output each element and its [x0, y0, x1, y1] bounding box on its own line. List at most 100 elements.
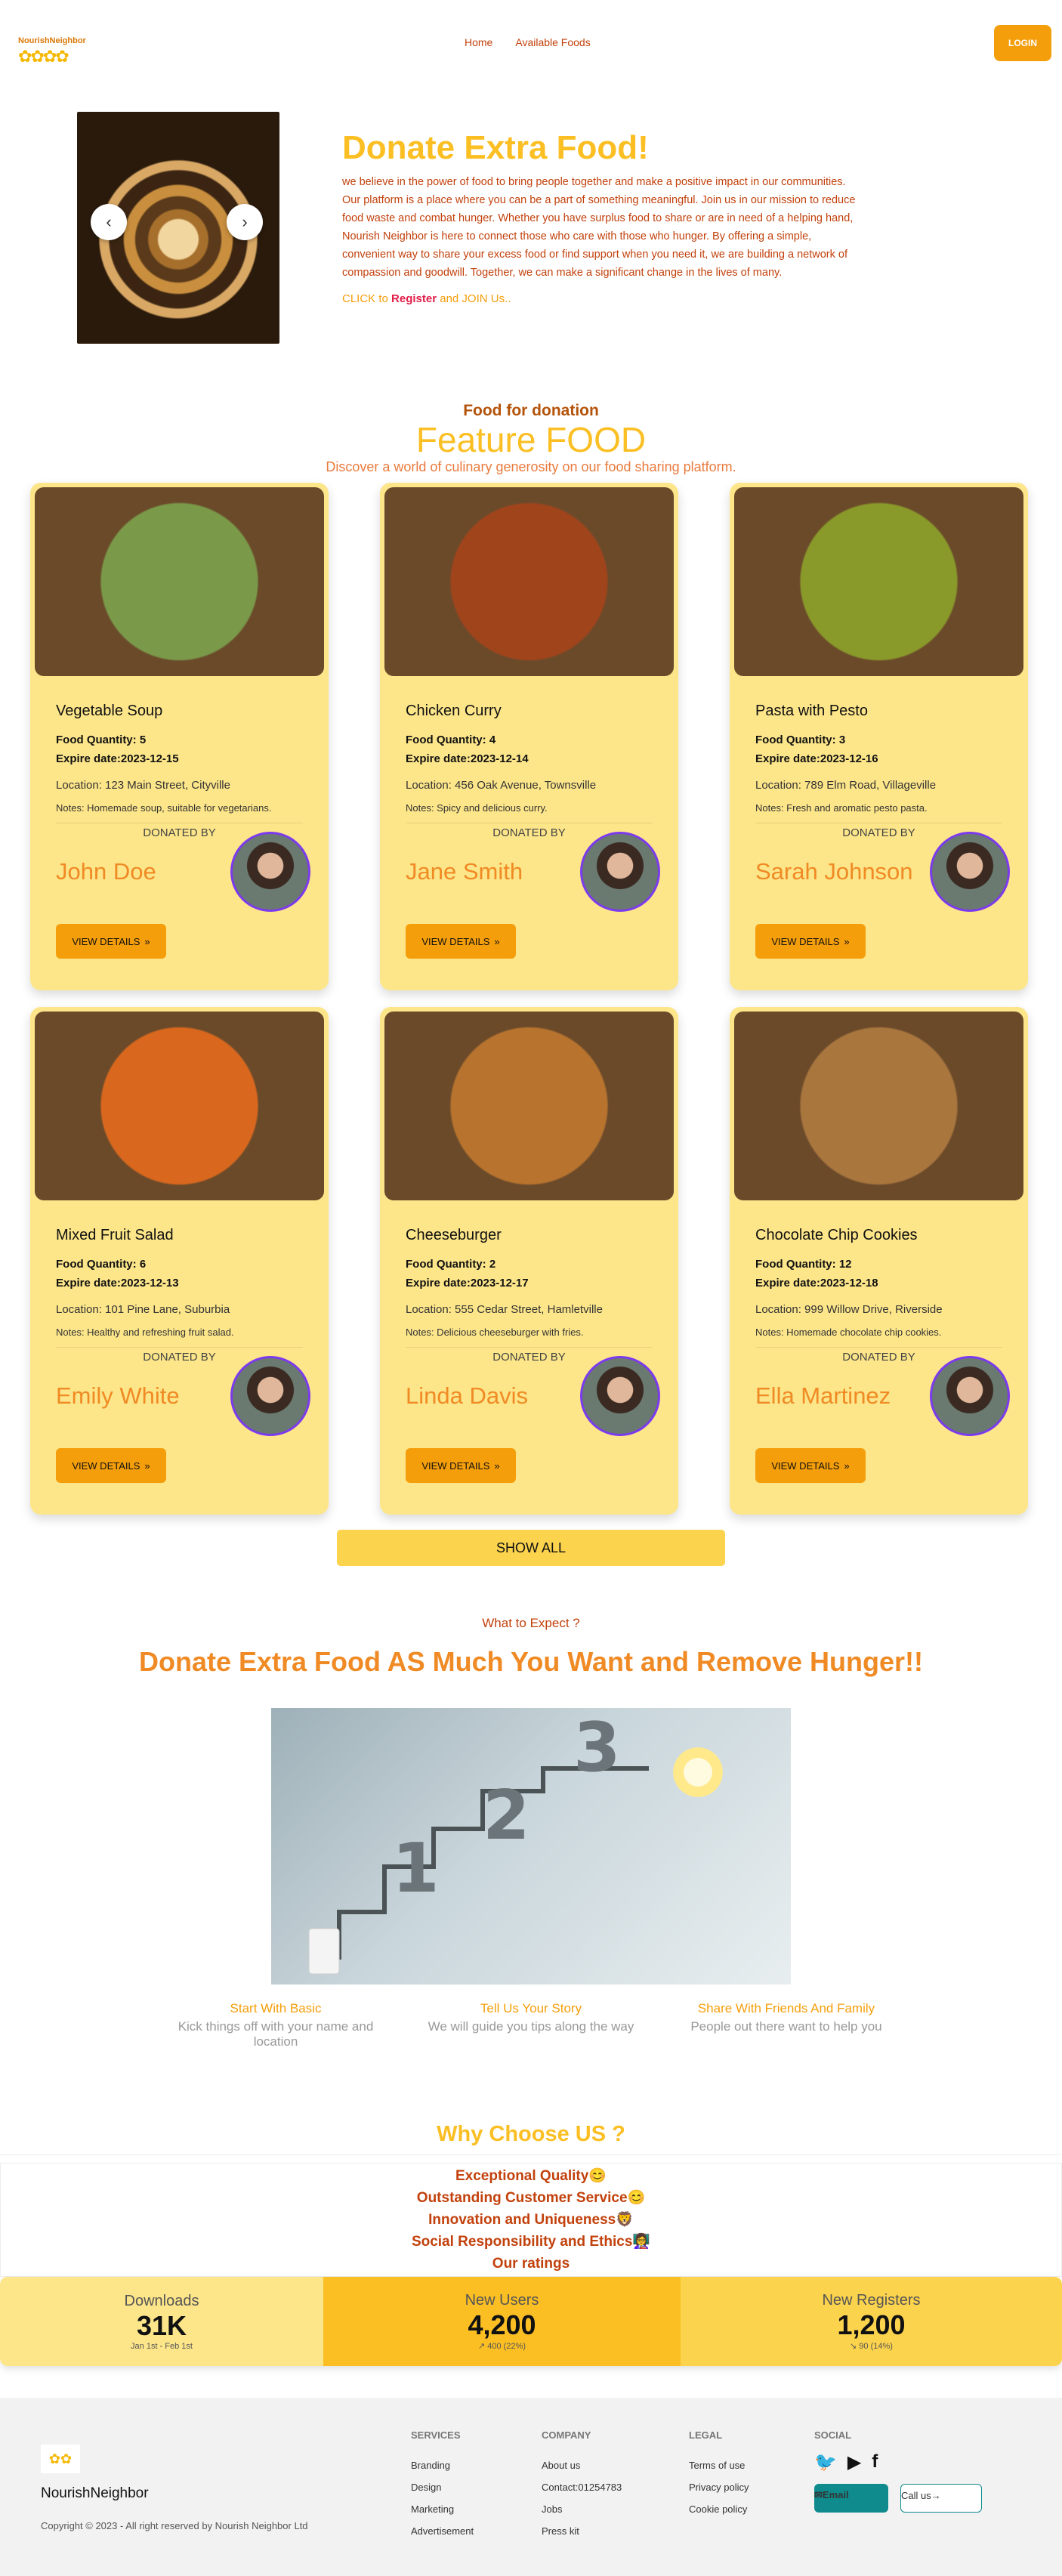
- stat-value: 1,200: [837, 2309, 906, 2340]
- footer-col-title: SERVICES: [411, 2429, 461, 2441]
- food-quantity: Food Quantity: 3: [755, 734, 846, 746]
- view-details-label: VIEW DETAILS: [771, 935, 840, 947]
- step-desc: We will guide you tips along the way: [428, 2019, 634, 2034]
- facebook-icon[interactable]: f: [872, 2451, 878, 2473]
- email-button[interactable]: ✉Email: [814, 2484, 888, 2513]
- food-expire-value: 2023-12-17: [470, 1277, 529, 1290]
- view-details-button[interactable]: VIEW DETAILS »: [406, 1448, 516, 1483]
- donor-avatar: [580, 1356, 660, 1436]
- footer-company: COMPANY About us Contact:01254783 Jobs P…: [542, 2429, 622, 2542]
- register-link[interactable]: Register: [391, 292, 437, 305]
- footer-link[interactable]: Marketing: [411, 2498, 474, 2520]
- footer-buttons: ✉Email Call us→: [814, 2484, 982, 2513]
- logo[interactable]: NourishNeighbor ✿✿✿✿: [18, 30, 101, 68]
- food-notes: Notes: Homemade soup, suitable for veget…: [56, 802, 272, 814]
- food-quantity: Food Quantity: 12: [755, 1258, 852, 1271]
- food-expire-value: 2023-12-16: [820, 752, 878, 765]
- food-card: Vegetable Soup Food Quantity: 5 Expire d…: [30, 483, 329, 990]
- food-notes: Notes: Spicy and delicious curry.: [406, 802, 548, 814]
- call-button[interactable]: Call us→: [900, 2484, 982, 2513]
- stat-desc: ↘︎ 90 (14%): [850, 2342, 893, 2351]
- stat-downloads: Downloads 31K Jan 1st - Feb 1st: [0, 2277, 323, 2366]
- donor-avatar: [930, 832, 1010, 912]
- navbar: NourishNeighbor ✿✿✿✿ Home Available Food…: [0, 0, 1062, 87]
- food-card-body: Pasta with Pesto Food Quantity: 3 Expire…: [734, 676, 1023, 839]
- footer-link[interactable]: About us: [542, 2454, 622, 2476]
- footer-link[interactable]: Press kit: [542, 2520, 622, 2542]
- footer-link[interactable]: Terms of use: [689, 2454, 749, 2476]
- footer-link[interactable]: Branding: [411, 2454, 474, 2476]
- view-details-button[interactable]: VIEW DETAILS »: [56, 924, 166, 959]
- food-name: Chocolate Chip Cookies: [755, 1227, 918, 1243]
- footer-services: SERVICES Branding Design Marketing Adver…: [411, 2429, 474, 2542]
- hero-text: Donate Extra Food! we believe in the pow…: [342, 129, 871, 305]
- why-item: Our ratings: [492, 2256, 570, 2272]
- footer-copyright: Copyright © 2023 - All right reserved by…: [41, 2520, 308, 2531]
- view-details-button[interactable]: VIEW DETAILS »: [56, 1448, 166, 1483]
- food-quantity: Food Quantity: 6: [56, 1258, 147, 1271]
- food-location: Location: 456 Oak Avenue, Townsville: [406, 779, 597, 792]
- food-location: Location: 101 Pine Lane, Suburbia: [56, 1303, 230, 1316]
- footer-link[interactable]: Design: [411, 2476, 474, 2498]
- nav-links: Home Available Foods: [465, 36, 591, 48]
- twitter-icon[interactable]: 🐦: [814, 2451, 837, 2473]
- donor-avatar: [580, 832, 660, 912]
- view-details-label: VIEW DETAILS: [421, 1459, 490, 1472]
- food-expire: Expire date:2023-12-18: [755, 1277, 878, 1290]
- food-image: [384, 1012, 674, 1200]
- step-item: Tell Us Your Story We will guide you tip…: [410, 2001, 652, 2049]
- step-3-graphic: 3: [573, 1708, 621, 1787]
- footer-link[interactable]: Cookie policy: [689, 2498, 749, 2520]
- double-chevron-right-icon: »: [494, 1459, 500, 1472]
- food-card-grid: Vegetable Soup Food Quantity: 5 Expire d…: [0, 475, 1062, 1515]
- donor-name: Jane Smith: [406, 858, 523, 885]
- step-title: Share With Friends And Family: [697, 2001, 875, 2015]
- food-quantity-value: 3: [838, 734, 846, 746]
- view-details-button[interactable]: VIEW DETAILS »: [755, 924, 866, 959]
- carousel-next-button[interactable]: ›: [227, 204, 263, 240]
- featured-header: Food for donation Feature FOOD Discover …: [0, 402, 1062, 475]
- food-location: Location: 999 Willow Drive, Riverside: [755, 1303, 943, 1316]
- cta-suffix: and JOIN Us..: [437, 292, 511, 305]
- food-card-body: Chocolate Chip Cookies Food Quantity: 12…: [734, 1200, 1023, 1364]
- food-image: [384, 487, 674, 676]
- step-desc: People out there want to help you: [690, 2019, 882, 2034]
- stats-bar: Downloads 31K Jan 1st - Feb 1st New User…: [0, 2277, 1062, 2366]
- donor-name: Emily White: [56, 1382, 180, 1409]
- food-expire-value: 2023-12-13: [120, 1277, 179, 1290]
- food-image: [734, 1012, 1023, 1200]
- featured-description: Discover a world of culinary generosity …: [326, 459, 736, 474]
- donor-name: John Doe: [56, 858, 156, 885]
- food-image: [734, 487, 1023, 676]
- footer-link[interactable]: Advertisement: [411, 2520, 474, 2542]
- food-quantity-value: 6: [139, 1258, 147, 1271]
- footer-social: SOCIAL 🐦 ▶ f ✉Email Call us→: [814, 2429, 982, 2513]
- step-title: Tell Us Your Story: [480, 2001, 582, 2015]
- why-item: Innovation and Uniqueness🦁: [428, 2212, 634, 2228]
- footer-link[interactable]: Jobs: [542, 2498, 622, 2520]
- double-chevron-right-icon: »: [144, 935, 150, 947]
- stat-title: Downloads: [124, 2292, 199, 2309]
- view-details-button[interactable]: VIEW DETAILS »: [406, 924, 516, 959]
- show-all-button[interactable]: SHOW ALL: [337, 1530, 725, 1566]
- carousel-prev-button[interactable]: ‹: [91, 204, 127, 240]
- login-button[interactable]: LOGIN: [994, 25, 1051, 61]
- stairs-cable-graphic: [308, 1766, 649, 1975]
- view-details-button[interactable]: VIEW DETAILS »: [755, 1448, 866, 1483]
- food-quantity-value: 5: [139, 734, 147, 746]
- expect-section: What to Expect ? Donate Extra Food AS Mu…: [0, 1616, 1062, 2049]
- nav-home-link[interactable]: Home: [465, 36, 492, 48]
- youtube-icon[interactable]: ▶: [847, 2451, 861, 2473]
- expect-title: Donate Extra Food AS Much You Want and R…: [138, 1646, 924, 1677]
- double-chevron-right-icon: »: [844, 935, 850, 947]
- food-card: Mixed Fruit Salad Food Quantity: 6 Expir…: [30, 1007, 329, 1515]
- food-card: Chocolate Chip Cookies Food Quantity: 12…: [730, 1007, 1028, 1515]
- footer-link[interactable]: Contact:01254783: [542, 2476, 622, 2498]
- footer-link[interactable]: Privacy policy: [689, 2476, 749, 2498]
- footer-col-title: COMPANY: [542, 2429, 591, 2441]
- food-expire: Expire date:2023-12-15: [56, 752, 179, 765]
- donor-name: Linda Davis: [406, 1382, 528, 1409]
- nav-available-foods-link[interactable]: Available Foods: [515, 36, 590, 48]
- email-label: Email: [822, 2489, 849, 2500]
- food-card: Cheeseburger Food Quantity: 2 Expire dat…: [380, 1007, 678, 1515]
